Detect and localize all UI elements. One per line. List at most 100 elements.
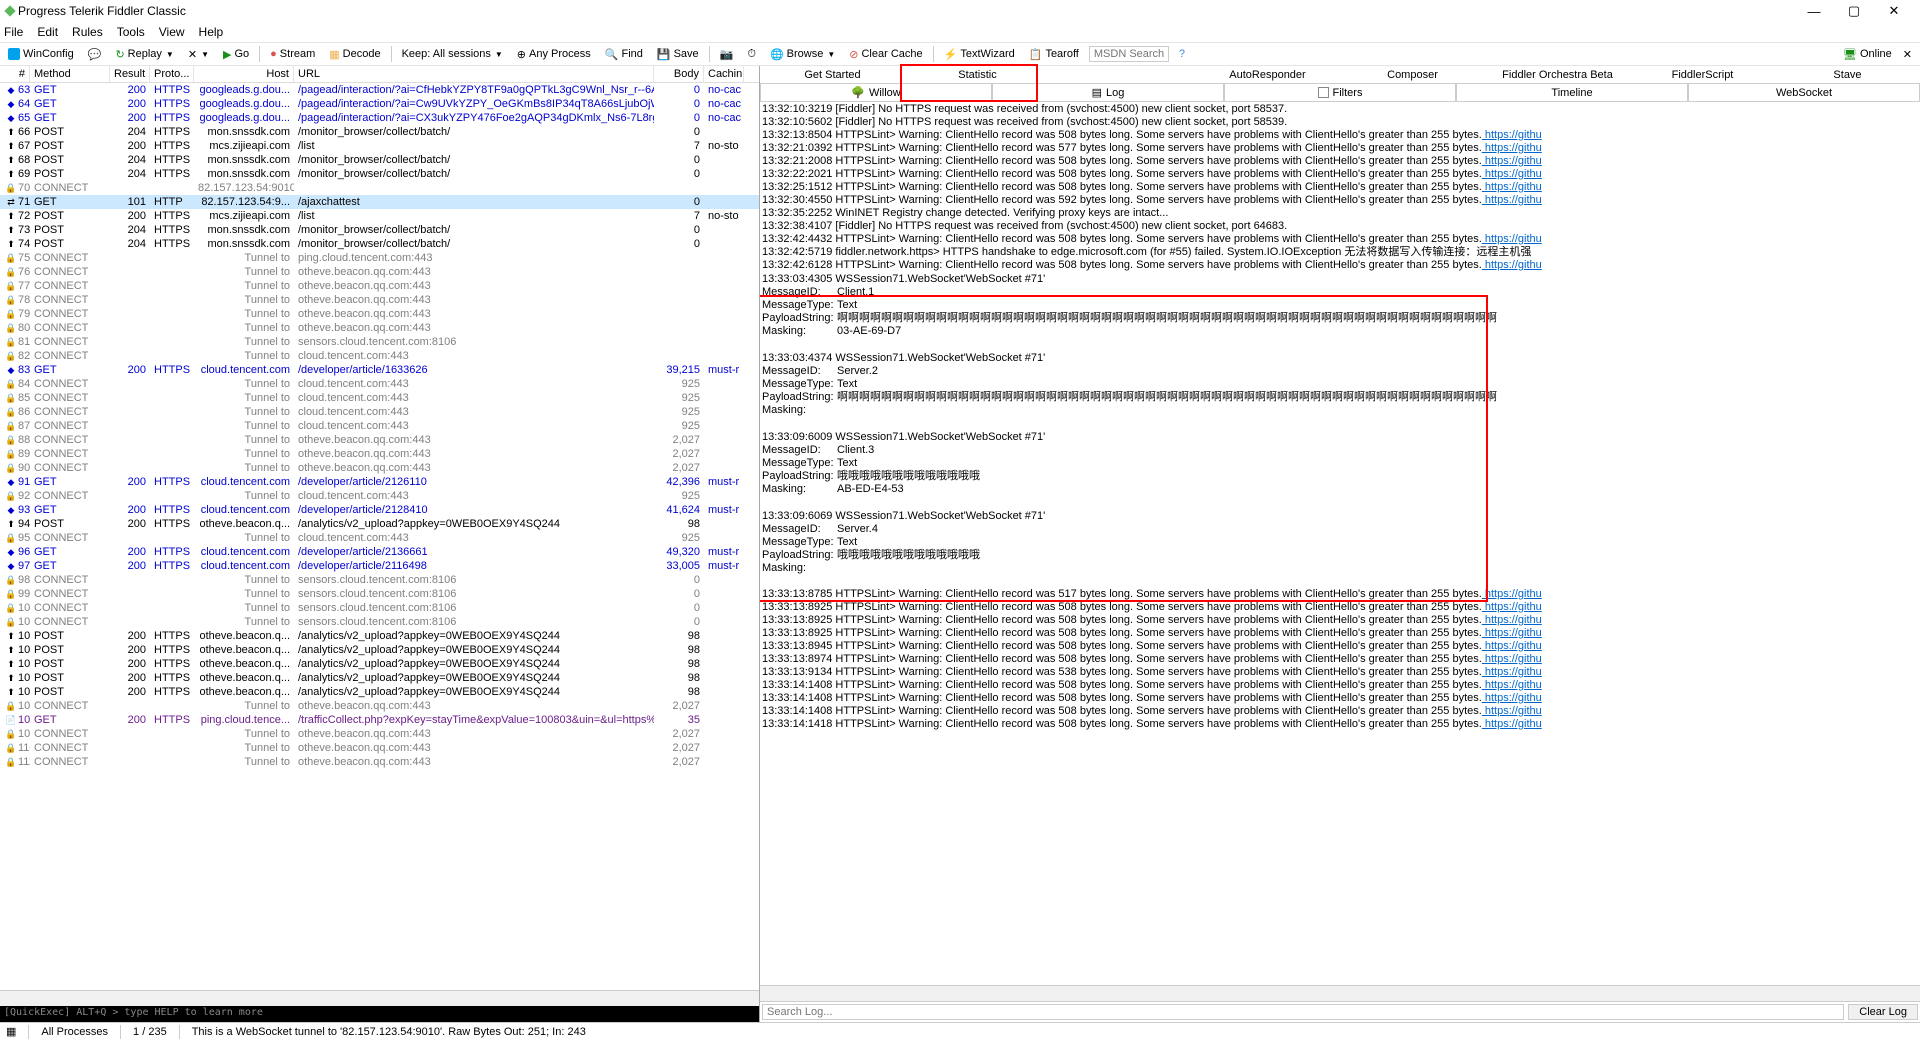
- session-row[interactable]: 🔒89CONNECTTunnel tootheve.beacon.qq.com:…: [0, 447, 759, 461]
- clearcache-button[interactable]: ⊘Clear Cache: [845, 48, 926, 61]
- menu-edit[interactable]: Edit: [37, 25, 58, 39]
- session-row[interactable]: 🔒92CONNECTTunnel tocloud.tencent.com:443…: [0, 489, 759, 503]
- log-link[interactable]: https://githu: [1482, 601, 1542, 613]
- session-row[interactable]: ⬆68POST204HTTPSmon.snssdk.com/monitor_br…: [0, 153, 759, 167]
- session-row[interactable]: ⬆69POST204HTTPSmon.snssdk.com/monitor_br…: [0, 167, 759, 181]
- log-link[interactable]: https://githu: [1482, 129, 1542, 141]
- search-log-input[interactable]: [762, 1004, 1844, 1020]
- session-row[interactable]: 🔒70CONNECT82.157.123.54:9010: [0, 181, 759, 195]
- stream-button[interactable]: ●Stream: [266, 48, 319, 60]
- session-row[interactable]: 🔒100CONNECTTunnel tosensors.cloud.tencen…: [0, 601, 759, 615]
- log-link[interactable]: https://githu: [1482, 181, 1542, 193]
- tab-log[interactable]: ▤Log: [992, 84, 1224, 102]
- log-panel[interactable]: 13:32:10:3219 [Fiddler] No HTTPS request…: [760, 102, 1920, 985]
- tab-fiddlerscript[interactable]: FiddlerScript: [1630, 66, 1775, 83]
- session-row[interactable]: 🔒111CONNECTTunnel tootheve.beacon.qq.com…: [0, 755, 759, 769]
- session-row[interactable]: ◆63GET200HTTPSgoogleads.g.dou.../pagead/…: [0, 83, 759, 97]
- session-row[interactable]: 📄108GET200HTTPSping.cloud.tence.../traff…: [0, 713, 759, 727]
- tab-fiddler-orchestra-beta[interactable]: Fiddler Orchestra Beta: [1485, 66, 1630, 83]
- session-row[interactable]: ◆91GET200HTTPScloud.tencent.com/develope…: [0, 475, 759, 489]
- timer-button[interactable]: ⏱: [743, 48, 760, 61]
- session-row[interactable]: 🔒86CONNECTTunnel tocloud.tencent.com:443…: [0, 405, 759, 419]
- close-toolbar-button[interactable]: ✕: [1899, 48, 1916, 61]
- tab-timeline[interactable]: Timeline: [1456, 84, 1688, 102]
- session-row[interactable]: ⬆67POST200HTTPSmcs.zijieapi.com/list7no-…: [0, 139, 759, 153]
- session-row[interactable]: ◆83GET200HTTPScloud.tencent.com/develope…: [0, 363, 759, 377]
- col-method[interactable]: Method: [30, 66, 110, 82]
- winconfig-button[interactable]: WinConfig: [4, 48, 78, 60]
- col-cache[interactable]: Cachin: [704, 66, 744, 82]
- screenshot-button[interactable]: 📷: [716, 48, 738, 61]
- log-link[interactable]: https://githu: [1482, 614, 1542, 626]
- menu-view[interactable]: View: [159, 25, 185, 39]
- col-proto[interactable]: Proto...: [150, 66, 194, 82]
- session-row[interactable]: 🔒84CONNECTTunnel tocloud.tencent.com:443…: [0, 377, 759, 391]
- session-row[interactable]: ⬆66POST204HTTPSmon.snssdk.com/monitor_br…: [0, 125, 759, 139]
- tab-willow[interactable]: 🌳Willow: [760, 84, 992, 102]
- session-row[interactable]: ⬆104POST200HTTPSotheve.beacon.q.../analy…: [0, 657, 759, 671]
- log-link[interactable]: https://githu: [1482, 233, 1542, 245]
- tab-filters[interactable]: Filters: [1224, 84, 1456, 102]
- tab-statistic[interactable]: Statistic: [905, 66, 1050, 83]
- session-row[interactable]: ◆65GET200HTTPSgoogleads.g.dou.../pagead/…: [0, 111, 759, 125]
- session-row[interactable]: 🔒87CONNECTTunnel tocloud.tencent.com:443…: [0, 419, 759, 433]
- col-id[interactable]: #: [0, 66, 30, 82]
- log-link[interactable]: https://githu: [1482, 168, 1542, 180]
- menu-file[interactable]: File: [4, 25, 23, 39]
- msdn-search-input[interactable]: [1089, 46, 1169, 62]
- session-row[interactable]: 🔒82CONNECTTunnel tocloud.tencent.com:443: [0, 349, 759, 363]
- session-grid-body[interactable]: ◆63GET200HTTPSgoogleads.g.dou.../pagead/…: [0, 83, 759, 990]
- session-row[interactable]: ⬆102POST200HTTPSotheve.beacon.q.../analy…: [0, 629, 759, 643]
- tab-hidden[interactable]: [1050, 66, 1195, 83]
- process-filter[interactable]: All Processes: [41, 1026, 108, 1038]
- col-result[interactable]: Result: [110, 66, 150, 82]
- session-row[interactable]: 🔒77CONNECTTunnel tootheve.beacon.qq.com:…: [0, 279, 759, 293]
- keep-dropdown[interactable]: Keep: All sessions▼: [398, 48, 507, 60]
- menu-help[interactable]: Help: [199, 25, 224, 39]
- log-link[interactable]: https://githu: [1482, 653, 1542, 665]
- find-button[interactable]: 🔍Find: [601, 48, 647, 61]
- session-row[interactable]: 🔒107CONNECTTunnel tootheve.beacon.qq.com…: [0, 699, 759, 713]
- tab-stave[interactable]: Stave: [1775, 66, 1920, 83]
- browse-button[interactable]: 🌐Browse▼: [766, 48, 839, 61]
- menu-tools[interactable]: Tools: [117, 25, 145, 39]
- session-row[interactable]: ⬆74POST204HTTPSmon.snssdk.com/monitor_br…: [0, 237, 759, 251]
- session-row[interactable]: ⇄71GET101HTTP82.157.123.54:9.../ajaxchat…: [0, 195, 759, 209]
- log-link[interactable]: https://githu: [1482, 666, 1542, 678]
- session-row[interactable]: ◆96GET200HTTPScloud.tencent.com/develope…: [0, 545, 759, 559]
- col-body[interactable]: Body: [654, 66, 704, 82]
- session-row[interactable]: 🔒81CONNECTTunnel tosensors.cloud.tencent…: [0, 335, 759, 349]
- log-link[interactable]: https://githu: [1482, 194, 1542, 206]
- clear-log-button[interactable]: Clear Log: [1848, 1004, 1918, 1020]
- session-row[interactable]: ⬆105POST200HTTPSotheve.beacon.q.../analy…: [0, 671, 759, 685]
- session-row[interactable]: ⬆94POST200HTTPSotheve.beacon.q.../analyt…: [0, 517, 759, 531]
- session-row[interactable]: ⬆72POST200HTTPSmcs.zijieapi.com/list7no-…: [0, 209, 759, 223]
- session-row[interactable]: 🔒99CONNECTTunnel tosensors.cloud.tencent…: [0, 587, 759, 601]
- tearoff-button[interactable]: 📋Tearoff: [1025, 48, 1083, 61]
- session-row[interactable]: ◆97GET200HTTPScloud.tencent.com/develope…: [0, 559, 759, 573]
- log-link[interactable]: https://githu: [1482, 692, 1542, 704]
- session-row[interactable]: 🔒109CONNECTTunnel tootheve.beacon.qq.com…: [0, 727, 759, 741]
- log-link[interactable]: https://githu: [1482, 142, 1542, 154]
- log-link[interactable]: https://githu: [1482, 705, 1542, 717]
- log-link[interactable]: https://githu: [1482, 259, 1542, 271]
- log-link[interactable]: https://githu: [1482, 155, 1542, 167]
- session-row[interactable]: 🔒98CONNECTTunnel tosensors.cloud.tencent…: [0, 573, 759, 587]
- session-row[interactable]: ⬆73POST204HTTPSmon.snssdk.com/monitor_br…: [0, 223, 759, 237]
- log-link[interactable]: https://githu: [1482, 588, 1542, 600]
- log-link[interactable]: https://githu: [1482, 627, 1542, 639]
- anyprocess-button[interactable]: ⊕Any Process: [513, 48, 595, 61]
- minimize-button[interactable]: —: [1794, 4, 1834, 19]
- quickexec-bar[interactable]: [QuickExec] ALT+Q > type HELP to learn m…: [0, 1006, 759, 1022]
- session-row[interactable]: 🔒80CONNECTTunnel tootheve.beacon.qq.com:…: [0, 321, 759, 335]
- session-row[interactable]: 🔒95CONNECTTunnel tocloud.tencent.com:443…: [0, 531, 759, 545]
- session-row[interactable]: 🔒110CONNECTTunnel tootheve.beacon.qq.com…: [0, 741, 759, 755]
- textwizard-button[interactable]: ⚡TextWizard: [940, 48, 1019, 61]
- session-row[interactable]: 🔒76CONNECTTunnel tootheve.beacon.qq.com:…: [0, 265, 759, 279]
- replay-button[interactable]: ↻Replay▼: [111, 48, 177, 61]
- go-button[interactable]: ▶Go: [219, 48, 253, 61]
- log-link[interactable]: https://githu: [1482, 640, 1542, 652]
- session-row[interactable]: ⬆106POST200HTTPSotheve.beacon.q.../analy…: [0, 685, 759, 699]
- tab-composer[interactable]: Composer: [1340, 66, 1485, 83]
- session-row[interactable]: 🔒79CONNECTTunnel tootheve.beacon.qq.com:…: [0, 307, 759, 321]
